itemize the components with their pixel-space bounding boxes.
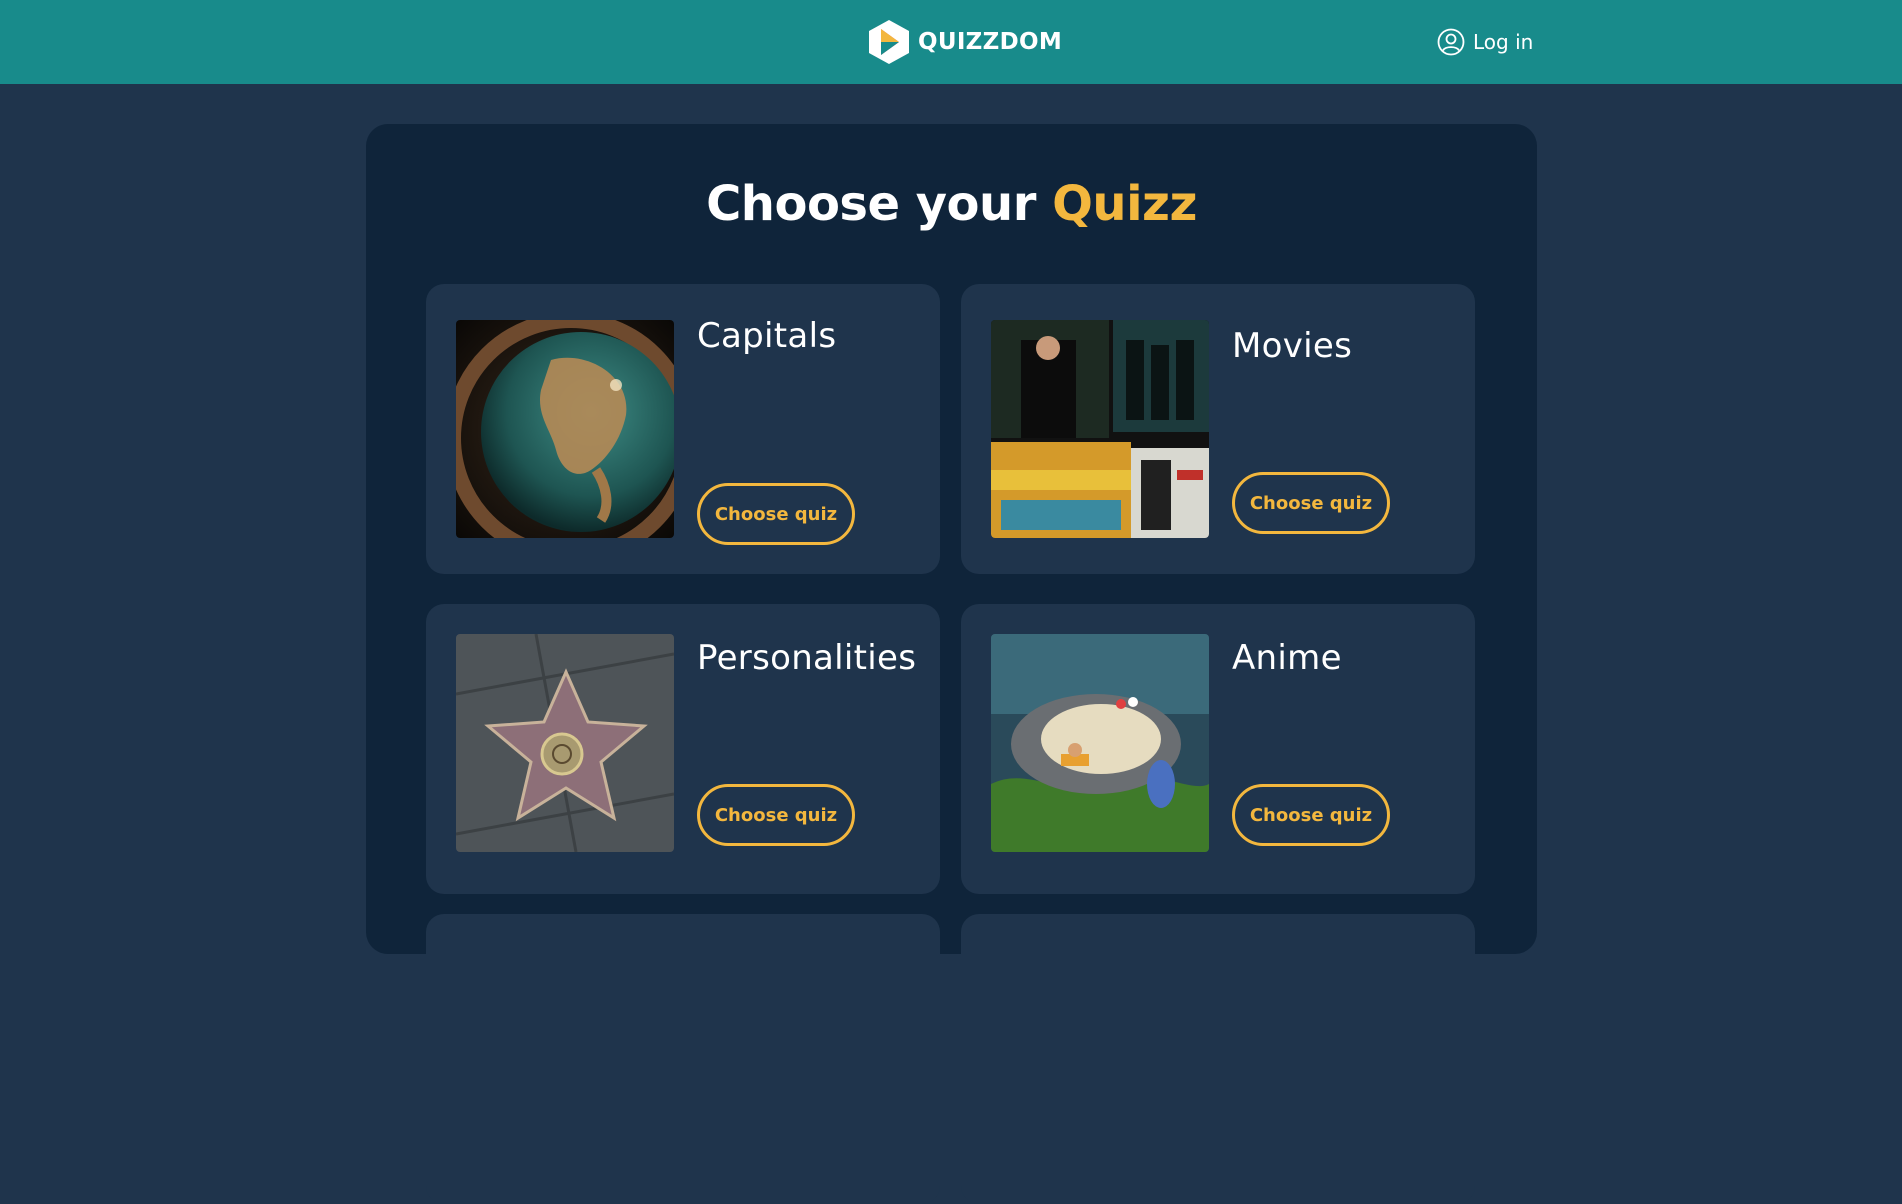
- quizzdom-logo-icon: [869, 20, 909, 64]
- quiz-card-partial: [426, 914, 940, 1204]
- walk-of-fame-star-image: [456, 634, 674, 852]
- quiz-card-anime: Anime Choose quiz: [961, 604, 1475, 894]
- quiz-card-capitals: Capitals Choose quiz: [426, 284, 940, 574]
- quiz-title: Movies: [1232, 326, 1353, 366]
- movie-posters-image: [991, 320, 1209, 538]
- quiz-title: Personalities: [697, 638, 917, 678]
- quiz-card-personalities: Personalities Choose quiz: [426, 604, 940, 894]
- page-title: Choose your Quizz: [366, 176, 1537, 232]
- login-label: Log in: [1473, 30, 1534, 54]
- page-title-accent: Quizz: [1052, 176, 1197, 232]
- top-navigation-bar: QUIZZDOM Log in: [0, 0, 1902, 84]
- choose-quiz-button-movies[interactable]: Choose quiz: [1232, 472, 1390, 534]
- quiz-title: Anime: [1232, 638, 1342, 678]
- brand-name: QUIZZDOM: [918, 29, 1063, 55]
- quiz-selection-panel: Choose your Quizz Capitals Choose quiz M…: [366, 124, 1537, 1204]
- globe-image: [456, 320, 674, 538]
- choose-quiz-button-capitals[interactable]: Choose quiz: [697, 483, 855, 545]
- quiz-card-movies: Movies Choose quiz: [961, 284, 1475, 574]
- page-title-text: Choose your: [706, 176, 1036, 232]
- quiz-title: Capitals: [697, 316, 837, 356]
- choose-quiz-button-anime[interactable]: Choose quiz: [1232, 784, 1390, 846]
- login-link[interactable]: Log in: [1437, 26, 1533, 58]
- choose-quiz-button-personalities[interactable]: Choose quiz: [697, 784, 855, 846]
- user-circle-icon: [1437, 28, 1465, 56]
- quiz-card-partial: [961, 914, 1475, 1204]
- anime-scene-image: [991, 634, 1209, 852]
- brand-logo-link[interactable]: QUIZZDOM: [866, 17, 1062, 67]
